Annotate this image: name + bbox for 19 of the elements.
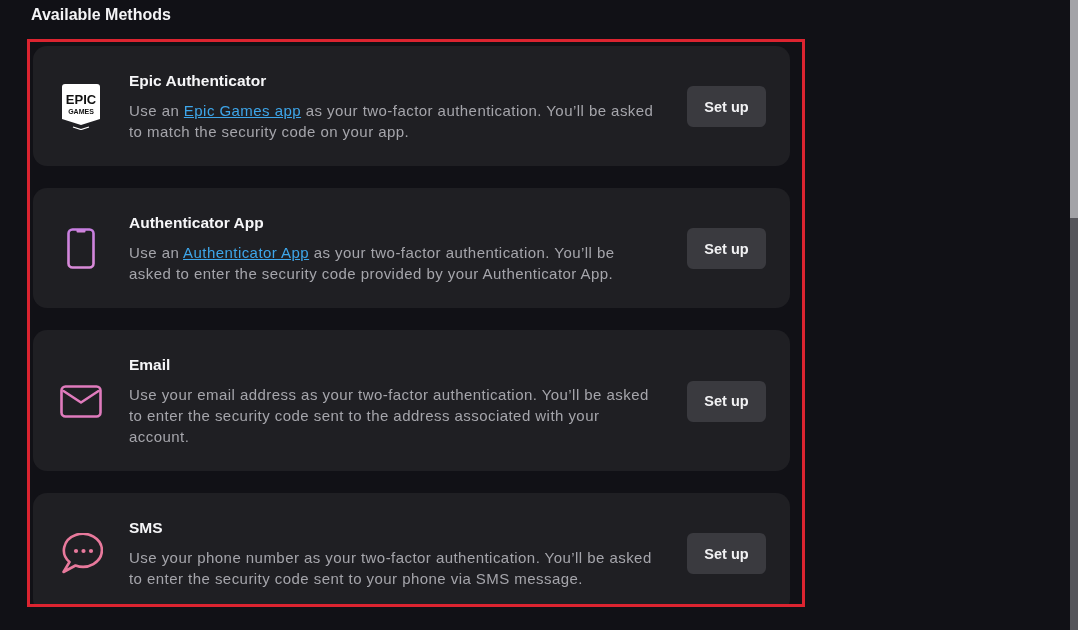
method-description: Use an Epic Games app as your two-factor authentication. You’ll be asked to match the security code on your app. — [129, 101, 655, 142]
section-heading: Available Methods — [31, 5, 171, 25]
method-title: SMS — [129, 518, 163, 538]
smartphone-icon — [67, 228, 95, 269]
method-title: Epic Authenticator — [129, 71, 267, 91]
method-description: Use your email address as your two-factor authentication. You’ll be asked to enter the security code sent to the address associated with your account. — [129, 385, 650, 447]
setup-button[interactable]: Set up — [687, 533, 766, 574]
method-description: Use your phone number as your two-factor authentication. You’ll be asked to enter the security code sent to your phone via SMS message. — [129, 548, 653, 589]
method-description: Use an Authenticator App as your two-factor authentication. You’ll be asked to enter the security code provided by your Authenticator App. — [129, 243, 616, 284]
method-link[interactable]: Epic Games app — [183, 102, 302, 119]
setup-button[interactable]: Set up — [687, 380, 766, 422]
setup-button[interactable]: Set up — [687, 228, 766, 269]
method-link[interactable]: Authenticator App — [183, 244, 310, 261]
method-title: Email — [129, 355, 171, 375]
setup-button[interactable]: Set up — [687, 86, 766, 127]
scrollbar-thumb[interactable] — [1070, 0, 1078, 218]
envelope-icon — [60, 384, 102, 418]
method-title: Authenticator App — [129, 213, 264, 233]
chat-bubble-icon — [59, 533, 103, 574]
